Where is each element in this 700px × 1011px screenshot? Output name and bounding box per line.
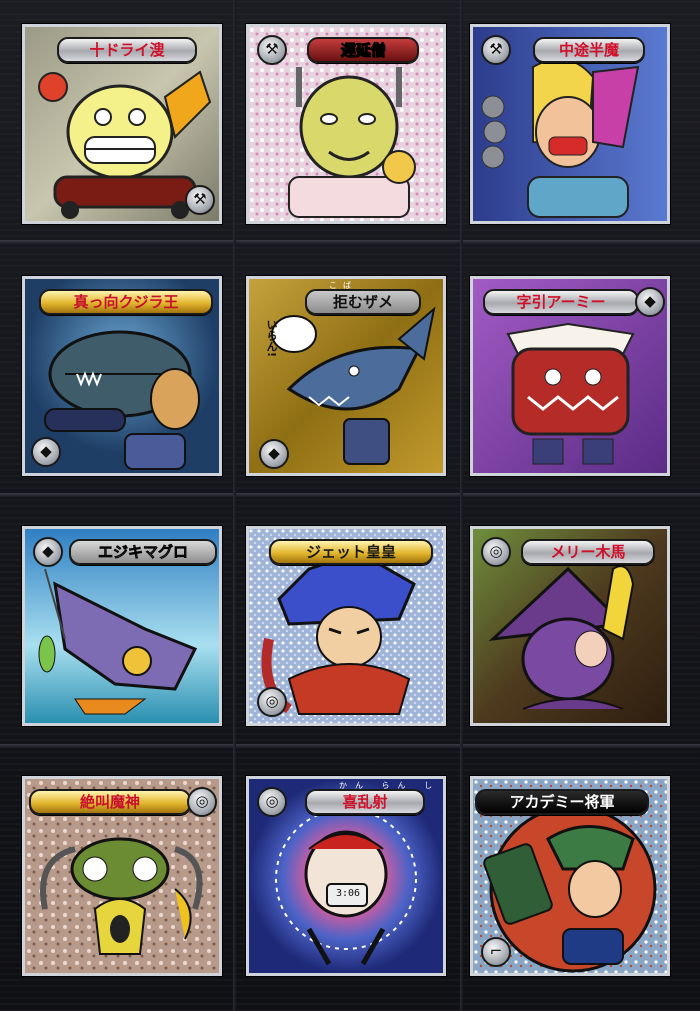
sticker-card: エジキマグロ ◆	[22, 526, 222, 726]
hammer-icon: ⚒	[185, 185, 215, 215]
row-divider	[0, 240, 700, 244]
fish-icon: ◆	[33, 537, 63, 567]
spiral-icon: ◎	[481, 537, 511, 567]
fish-icon: ◆	[259, 439, 289, 469]
sticker-card: 十ドライ溲 ⚒	[22, 24, 222, 224]
column-divider	[460, 0, 463, 1011]
sticker-card: 絶叫魔神 ◎	[22, 776, 222, 976]
sticker-card: 字引アーミー ◆	[470, 276, 670, 476]
sticker-card: 中途半魔 ⚒	[470, 24, 670, 224]
sticker-card: メリー木馬 ◎	[470, 526, 670, 726]
row-divider	[0, 493, 700, 497]
fish-icon: ◆	[635, 287, 665, 317]
character-name-plate: メリー木馬	[521, 539, 655, 565]
character-name-plate: 十ドライ溲	[57, 37, 197, 63]
spiral-icon: ◎	[257, 687, 287, 717]
sticker-card: かん らん しゃ 喜乱射 3:06 ◎	[246, 776, 446, 976]
sticker-card: アカデミー将軍 ⌐	[470, 776, 670, 976]
spiral-icon: ◎	[187, 787, 217, 817]
spiral-icon: ◎	[257, 787, 287, 817]
character-name-plate: 字引アーミー	[483, 289, 639, 315]
hook-icon: ⌐	[481, 937, 511, 967]
sticker-card: ジェット皇皇 ◎	[246, 526, 446, 726]
sticker-card: こば 拒むザメ いらん! ◆	[246, 276, 446, 476]
speech-bubble-text: いらん!	[265, 319, 278, 358]
character-name-plate: ジェット皇皇	[269, 539, 433, 565]
column-divider	[233, 0, 236, 1011]
clock-display: 3:06	[335, 888, 361, 899]
character-name-plate: エジキマグロ	[69, 539, 217, 565]
row-divider	[0, 744, 700, 748]
character-name-plate: 遅延僧	[307, 37, 419, 63]
sticker-card: 遅延僧 ⚒	[246, 24, 446, 224]
sticker-sheet: 十ドライ溲 ⚒ 遅延僧 ⚒ 中途半魔 ⚒ 真っ向クジラ王 ◆ こば 拒むザメ い…	[0, 0, 700, 1011]
character-name-plate: 喜乱射	[305, 789, 425, 815]
fish-icon: ◆	[31, 437, 61, 467]
hammer-icon: ⚒	[257, 35, 287, 65]
sticker-card: 真っ向クジラ王 ◆	[22, 276, 222, 476]
character-name-plate: アカデミー将軍	[475, 789, 649, 815]
character-name-plate: 中途半魔	[533, 37, 645, 63]
character-name-plate: 拒むザメ	[305, 289, 421, 315]
character-name-plate: 真っ向クジラ王	[39, 289, 213, 315]
character-name-plate: 絶叫魔神	[29, 789, 191, 815]
hammer-icon: ⚒	[481, 35, 511, 65]
